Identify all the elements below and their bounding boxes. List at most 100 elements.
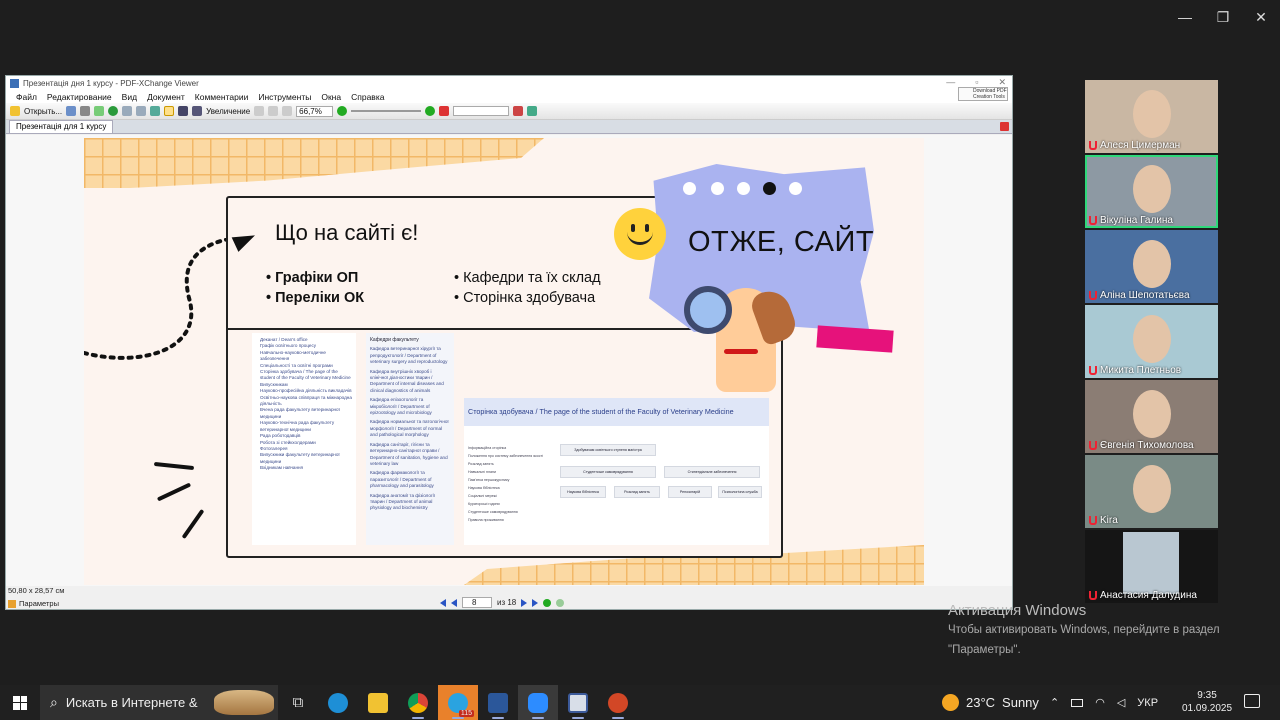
word-button[interactable] xyxy=(478,685,518,720)
minimize-button[interactable]: — xyxy=(1166,0,1204,34)
sidebar-link: Навчальні плани xyxy=(468,470,496,474)
last-page-icon[interactable] xyxy=(532,598,539,607)
start-button[interactable] xyxy=(0,685,40,720)
notifications-icon[interactable] xyxy=(1244,694,1260,708)
page-count: из 18 xyxy=(497,598,517,607)
menu-help[interactable]: Справка xyxy=(351,92,384,102)
print-icon[interactable] xyxy=(80,106,91,116)
go-back-icon[interactable] xyxy=(543,598,552,607)
participant-video xyxy=(1133,390,1171,438)
weather-widget[interactable]: 23°C Sunny xyxy=(942,685,1039,720)
edge-button[interactable] xyxy=(318,685,358,720)
zoom-button[interactable] xyxy=(518,685,558,720)
maximize-button[interactable]: ❐ xyxy=(1204,0,1242,34)
pdf-viewer-window: Презентація дня 1 курсу - PDF-XChange Vi… xyxy=(5,75,1013,610)
first-page-icon[interactable] xyxy=(440,598,446,607)
dog-collar xyxy=(724,349,758,354)
search-highlight-image xyxy=(214,690,274,715)
redo-icon[interactable] xyxy=(136,106,147,116)
fit-page-icon[interactable] xyxy=(268,106,279,116)
document-view[interactable]: Що на сайті є! Графіки ОП Переліки ОК Ка… xyxy=(6,135,1012,586)
tools-icon[interactable] xyxy=(526,106,537,116)
next-page-icon[interactable] xyxy=(521,598,528,607)
pdf-titlebar: Презентація дня 1 курсу - PDF-XChange Vi… xyxy=(6,76,1012,90)
pdf-minimize-button[interactable]: — xyxy=(946,77,955,88)
rotate-icon[interactable] xyxy=(150,106,161,116)
accent-dash xyxy=(181,508,205,540)
close-tab-icon[interactable] xyxy=(1000,122,1009,131)
select-text-icon[interactable] xyxy=(178,106,189,116)
menu-comments[interactable]: Комментарии xyxy=(195,92,249,102)
close-button[interactable]: ✕ xyxy=(1242,0,1280,34)
save-icon[interactable] xyxy=(66,106,77,116)
toolbar-search-input[interactable] xyxy=(452,106,509,116)
actual-size-icon[interactable] xyxy=(254,106,265,116)
menu-file[interactable]: Файл xyxy=(16,92,37,102)
params-button[interactable]: Параметры xyxy=(8,599,59,608)
pdf-viewer-button[interactable] xyxy=(558,685,598,720)
department-item: Кафедра внутрішніх хвороб і клінічної ді… xyxy=(370,368,444,393)
document-tab[interactable]: Презентація для 1 курсу xyxy=(9,120,114,133)
mic-muted-icon xyxy=(1089,291,1097,300)
telegram-button[interactable]: 115 xyxy=(438,685,478,720)
student-page-button: Репозитарій xyxy=(668,486,712,499)
student-page-banner: Сторінка здобувача / The page of the stu… xyxy=(464,398,769,426)
participant-tile[interactable]: Kira xyxy=(1085,455,1218,528)
menu-view[interactable]: Вид xyxy=(122,92,137,102)
zoom-label[interactable]: Увеличение xyxy=(206,107,250,116)
page-number-input[interactable]: 8 xyxy=(462,597,492,608)
site-menu-screenshot: Деканат / Dean's office Графік освітньог… xyxy=(252,333,356,545)
participant-tile[interactable]: Аліна Шепотатьєва xyxy=(1085,230,1218,303)
mic-muted-icon xyxy=(1089,441,1097,450)
menu-list-item: Науково-технічна рада факультету ветерин… xyxy=(260,420,335,432)
back-icon[interactable] xyxy=(108,106,119,116)
participant-tile[interactable]: Алеся Цимерман xyxy=(1085,80,1218,153)
battery-icon[interactable] xyxy=(1071,698,1084,707)
chrome-button[interactable] xyxy=(398,685,438,720)
participant-video xyxy=(1133,90,1171,138)
open-button[interactable]: Открыть... xyxy=(24,107,62,116)
zoom-icon xyxy=(528,692,548,713)
volume-icon[interactable]: ◁ xyxy=(1117,696,1125,709)
prev-page-icon[interactable] xyxy=(451,598,457,607)
taskbar-search[interactable]: ⌕ Искать в Интернете & xyxy=(40,685,278,720)
comment-icon[interactable] xyxy=(438,106,449,116)
stamp-icon[interactable] xyxy=(512,106,523,116)
explorer-button[interactable] xyxy=(358,685,398,720)
participant-tile[interactable]: Євгенія Тихомолова xyxy=(1085,380,1218,453)
chrome-icon xyxy=(408,692,428,713)
clock[interactable]: 9:35 01.09.2025 xyxy=(1182,689,1232,715)
zoom-out-icon[interactable] xyxy=(424,106,435,116)
menu-document[interactable]: Документ xyxy=(147,92,185,102)
zoom-in-icon[interactable] xyxy=(336,106,347,116)
wifi-icon[interactable]: ◠ xyxy=(1095,696,1105,709)
department-item: Кафедра санітарії, гігієни та ветеринарн… xyxy=(370,441,448,466)
mail-icon[interactable] xyxy=(94,106,105,116)
menu-edit[interactable]: Редактирование xyxy=(47,92,112,102)
snapshot-icon[interactable] xyxy=(192,106,203,116)
bullet-item: Графіки ОП xyxy=(266,268,364,288)
hand-tool-icon[interactable] xyxy=(164,106,175,116)
chevron-up-icon[interactable]: ⌃ xyxy=(1050,696,1059,709)
participant-tile[interactable]: Вікуліна Галина xyxy=(1085,155,1218,228)
participant-label: Микита Плетньов xyxy=(1089,365,1181,376)
download-tools-button[interactable]: Download PDF Creation Tools xyxy=(958,87,1008,101)
task-view-button[interactable]: ⧉ xyxy=(278,685,318,720)
arrow-icon xyxy=(231,228,259,252)
participant-tile[interactable]: Анастасия Далудина xyxy=(1085,530,1218,603)
flag-icon xyxy=(8,599,16,608)
menu-windows[interactable]: Окна xyxy=(321,92,341,102)
pdf-toolbar: Открыть... Увеличение 66,7% xyxy=(6,103,1012,120)
bullet-item: Переліки ОК xyxy=(266,288,364,308)
go-forward-icon[interactable] xyxy=(556,598,565,607)
zoom-slider[interactable] xyxy=(350,110,421,112)
menu-list-item: Вчена рада факультету ветеринарної медиц… xyxy=(260,407,340,419)
fit-width-icon[interactable] xyxy=(282,106,293,116)
powerpoint-button[interactable] xyxy=(598,685,638,720)
menu-tools[interactable]: Инструменты xyxy=(258,92,311,102)
participant-tile[interactable]: Микита Плетньов xyxy=(1085,305,1218,378)
zoom-select[interactable]: 66,7% xyxy=(296,105,333,117)
undo-icon[interactable] xyxy=(122,106,133,116)
participant-label: Аліна Шепотатьєва xyxy=(1089,290,1190,301)
language-indicator[interactable]: УКР xyxy=(1137,697,1158,709)
